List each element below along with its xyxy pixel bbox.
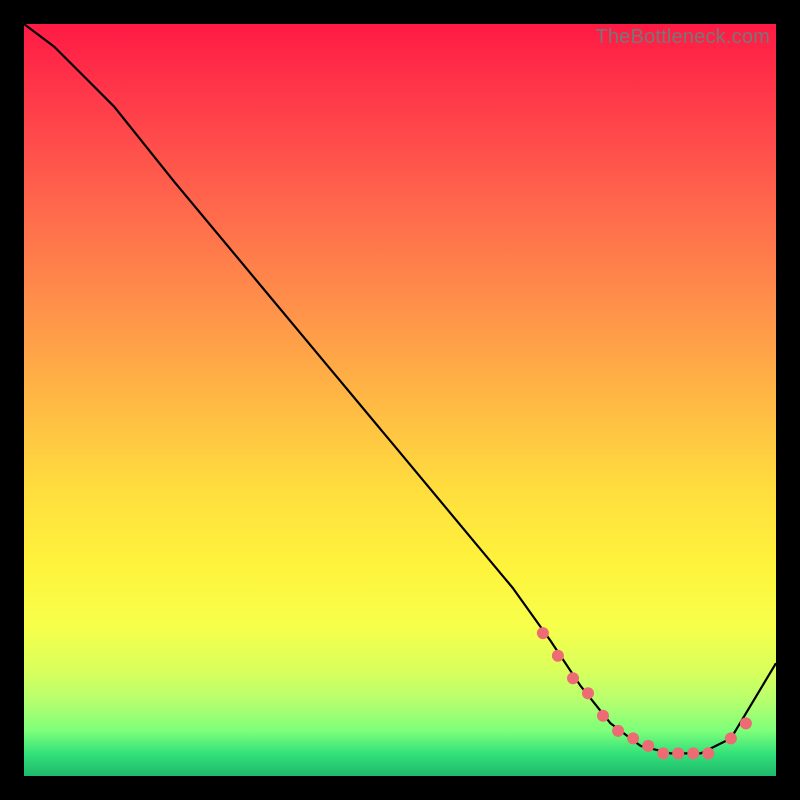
marker-dot (567, 672, 579, 684)
marker-dot (582, 687, 594, 699)
marker-dot (552, 650, 564, 662)
marker-dot (740, 717, 752, 729)
marker-dot (612, 725, 624, 737)
highlight-markers (537, 627, 752, 759)
chart-svg (24, 24, 776, 776)
marker-dot (642, 740, 654, 752)
marker-dot (597, 710, 609, 722)
marker-dot (687, 747, 699, 759)
bottleneck-curve (24, 24, 776, 753)
chart-plot-area: TheBottleneck.com (24, 24, 776, 776)
marker-dot (725, 732, 737, 744)
marker-dot (537, 627, 549, 639)
marker-dot (672, 747, 684, 759)
marker-dot (627, 732, 639, 744)
chart-stage: TheBottleneck.com (0, 0, 800, 800)
marker-dot (702, 747, 714, 759)
marker-dot (657, 747, 669, 759)
